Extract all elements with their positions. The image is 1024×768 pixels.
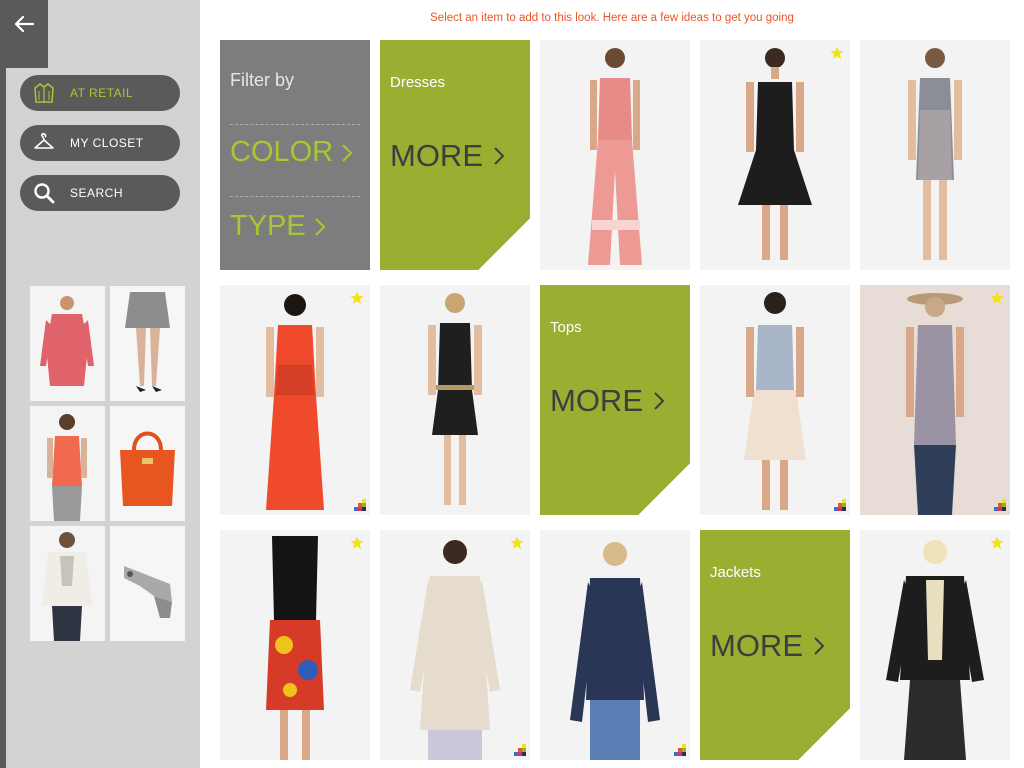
tops-more-button[interactable]: MORE (550, 383, 667, 419)
color-swatch-icon (834, 499, 846, 511)
product-gray-tank-top[interactable] (700, 285, 850, 515)
product-knit-sweater[interactable] (380, 530, 530, 760)
at-retail-button[interactable]: AT RETAIL (20, 75, 180, 111)
closet-item-orange-handbag[interactable] (110, 406, 185, 521)
jackets-more-button[interactable]: MORE (710, 628, 827, 664)
color-swatch-icon (354, 499, 366, 511)
product-navy-sweater[interactable] (540, 530, 690, 760)
closet-item-gray-skirt[interactable] (110, 286, 185, 401)
sidebar: AT RETAIL MY CLOSET SEARCH (0, 0, 200, 768)
filter-color-label: COLOR (230, 136, 334, 168)
product-pink-jumpsuit[interactable] (540, 40, 690, 270)
closet-item-white-blouse[interactable] (30, 526, 105, 641)
filter-panel: Filter by COLOR TYPE (220, 40, 370, 270)
tile-corner (638, 463, 690, 515)
closet-item-silver-wedge-shoe[interactable] (110, 526, 185, 641)
product-red-lace-dress[interactable] (220, 285, 370, 515)
chevron-right-icon (654, 392, 665, 410)
dresses-more-button[interactable]: MORE (390, 138, 507, 174)
my-closet-button[interactable]: MY CLOSET (20, 125, 180, 161)
chevron-right-icon (342, 143, 353, 162)
tile-corner (478, 218, 530, 270)
favorite-star-icon (990, 291, 1004, 304)
filter-type-label: TYPE (230, 210, 306, 242)
tile-corner (798, 708, 850, 760)
product-sequin-dress[interactable] (860, 40, 1010, 270)
closet-item-coral-tank[interactable] (30, 406, 105, 521)
product-graphic-tank-hat[interactable] (860, 285, 1010, 515)
product-printed-skirt[interactable] (220, 530, 370, 760)
my-closet-label: MY CLOSET (70, 136, 144, 150)
divider (230, 196, 360, 197)
favorite-star-icon (350, 291, 364, 304)
chevron-right-icon (494, 147, 505, 165)
divider (230, 124, 360, 125)
jackets-category-tile[interactable]: Jackets MORE (700, 530, 850, 760)
closet-item-pink-jacket[interactable] (30, 286, 105, 401)
jacket-icon (32, 81, 56, 105)
back-arrow-icon (14, 15, 35, 33)
color-swatch-icon (514, 744, 526, 756)
favorite-star-icon (510, 536, 524, 549)
at-retail-label: AT RETAIL (70, 86, 134, 100)
favorite-star-icon (830, 46, 844, 59)
color-swatch-icon (674, 744, 686, 756)
more-label: MORE (710, 628, 803, 663)
sidebar-edge (0, 0, 6, 768)
product-leather-jacket[interactable] (860, 530, 1010, 760)
product-black-fringe-dress[interactable] (380, 285, 530, 515)
chevron-right-icon (315, 217, 326, 236)
color-swatch-icon (994, 499, 1006, 511)
search-icon (32, 181, 56, 205)
instruction-hint: Select an item to add to this look. Here… (430, 12, 794, 24)
filter-type-button[interactable]: TYPE (230, 210, 328, 243)
tops-category-tile[interactable]: Tops MORE (540, 285, 690, 515)
app-root: AT RETAIL MY CLOSET SEARCH Select an ite… (0, 0, 1024, 768)
more-label: MORE (550, 383, 643, 418)
hanger-icon (32, 131, 56, 155)
dresses-category-label: Dresses (390, 74, 446, 91)
dresses-category-tile[interactable]: Dresses MORE (380, 40, 530, 270)
jackets-category-label: Jackets (710, 564, 761, 581)
favorite-star-icon (350, 536, 364, 549)
filter-color-button[interactable]: COLOR (230, 136, 355, 169)
product-black-dress[interactable] (700, 40, 850, 270)
back-button[interactable] (0, 0, 48, 68)
tops-category-label: Tops (550, 319, 582, 336)
more-label: MORE (390, 138, 483, 173)
search-button[interactable]: SEARCH (20, 175, 180, 211)
chevron-right-icon (814, 637, 825, 655)
filter-title: Filter by (230, 70, 295, 90)
favorite-star-icon (990, 536, 1004, 549)
search-label: SEARCH (70, 186, 124, 200)
